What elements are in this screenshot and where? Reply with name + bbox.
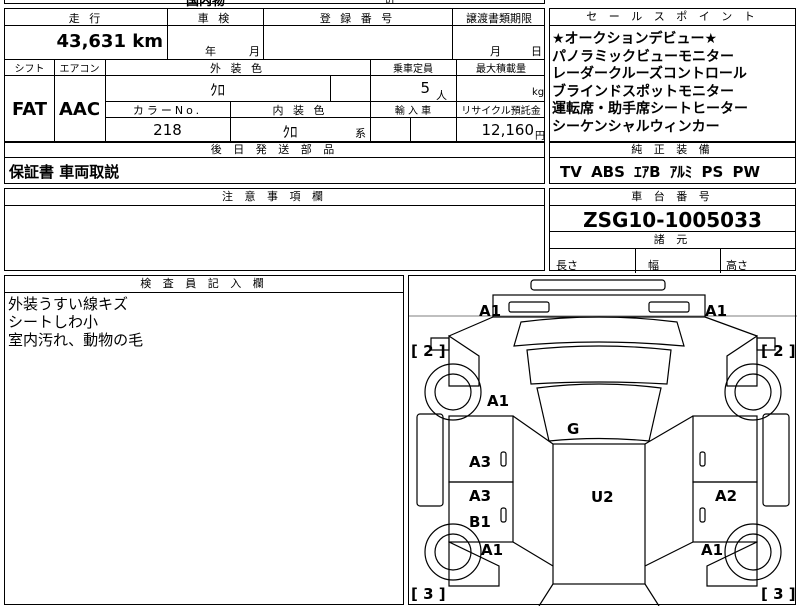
- transfer-month: 月: [490, 45, 501, 58]
- mark-a3-left-rear-door: A3: [469, 487, 491, 505]
- registration-label: 登 録 番 号: [319, 12, 396, 25]
- recycle-unit: 円: [535, 131, 545, 142]
- sales-point-item: 運転席・助手席シートヒーター: [552, 101, 748, 117]
- windshield-shape: [536, 383, 662, 442]
- dimensions-label: 諸 元: [550, 232, 795, 249]
- right-front-door-shape: [692, 415, 758, 483]
- later-parts-value: 保証書 車両取説: [9, 163, 120, 181]
- dimension-height: 高さ: [726, 259, 748, 272]
- mark-a1-hood: A1: [487, 392, 509, 410]
- chassis-value: ZSG10-1005033: [550, 206, 795, 232]
- mileage-value-row: 43,631 km: [5, 31, 163, 52]
- interior-color-value: ｸﾛ: [282, 123, 298, 141]
- sales-points-list: ★オークションデビュー★ パノラミックビューモニター レーダークルーズコントロールブ…: [550, 26, 795, 136]
- inspector-box: 検 査 員 記 入 欄 外装うすい線キズ シートしわ小 室内汚れ、動物の毛: [4, 275, 404, 605]
- mark-u2-roof: U2: [591, 488, 614, 506]
- interior-color-suffix: 系: [355, 127, 366, 140]
- sales-point-item: ブラインドスポットモニター: [552, 83, 734, 100]
- roof-shape: [552, 443, 646, 585]
- standard-equipment-label: 純 正 装 備: [550, 143, 795, 158]
- mark-a1-right-rear: A1: [701, 541, 723, 559]
- inspection-label: 車 検: [197, 12, 233, 25]
- inspector-label: 検 査 員 記 入 欄: [5, 276, 403, 293]
- inspection-month: 月: [249, 45, 260, 58]
- dimension-width: 幅: [648, 259, 659, 272]
- mark-a3-left-front-door: A3: [469, 453, 491, 471]
- chassis-box: 車 台 番 号 ZSG10-1005033 諸 元 長さ 幅 高さ: [549, 188, 796, 273]
- shift-value: FAT: [11, 99, 48, 120]
- mark-a1-front-right: A1: [705, 302, 727, 320]
- rear-left-wheel-shape: [424, 523, 482, 581]
- color-no-value: 218: [153, 121, 182, 139]
- mileage-label: 走 行: [68, 12, 104, 25]
- sales-points-label: セ ー ル ス ポ イ ン ト: [550, 9, 795, 26]
- exterior-color-label: 外 装 色: [210, 62, 265, 75]
- inspector-line: シートしわ小: [8, 313, 99, 331]
- sales-point-item: シーケンシャルウィンカー: [552, 118, 720, 135]
- interior-color-label: 内 装 色: [272, 104, 328, 117]
- max-load-unit: kg: [532, 87, 545, 98]
- transfer-day: 日: [531, 45, 542, 58]
- mark-tire-fl: [ 2 ]: [411, 342, 446, 360]
- notes-box: 注 意 事 項 欄: [4, 188, 545, 271]
- inspector-line: 外装うすい線キズ: [8, 295, 129, 313]
- sales-point-item: レーダークルーズコントロール: [552, 66, 747, 82]
- notes-label: 注 意 事 項 欄: [5, 189, 544, 206]
- color-no-label: カラーNo.: [132, 104, 203, 117]
- hood-shape: [513, 316, 685, 347]
- chassis-label: 車 台 番 号: [550, 189, 795, 206]
- inspector-lines: 外装うすい線キズ シートしわ小 室内汚れ、動物の毛: [5, 293, 403, 351]
- car-diagram: A1 A1 A1 G A3 A3 B1 U2 A2 A1 A1 [ 2 ] [ …: [409, 279, 797, 606]
- mileage-value: 43,631: [56, 31, 126, 52]
- exterior-color-value: ｸﾛ: [209, 81, 225, 99]
- import-label: 輸 入 車: [394, 106, 432, 117]
- car-diagram-box: A1 A1 A1 G A3 A3 B1 U2 A2 A1 A1 [ 2 ] [ …: [408, 275, 797, 606]
- shift-label: シフト: [14, 64, 45, 75]
- mark-tire-fr: [ 2 ]: [761, 342, 796, 360]
- front-left-wheel-shape: [424, 363, 482, 421]
- mileage-unit: km: [132, 31, 163, 52]
- front-bumper-shape: [530, 279, 666, 291]
- recycle-value: 12,160: [481, 121, 535, 139]
- dimension-length: 長さ: [556, 259, 578, 272]
- mark-tire-rr: [ 3 ]: [761, 585, 796, 603]
- aircon-value: AAC: [58, 99, 101, 120]
- transfer-label: 譲渡書類期限: [466, 12, 532, 25]
- rear-right-wheel-shape: [724, 523, 782, 581]
- mark-tire-rl: [ 3 ]: [411, 585, 446, 603]
- top-line: [4, 0, 545, 4]
- left-front-door-shape: [448, 415, 514, 483]
- sales-point-item: ★オークションデビュー★: [552, 31, 718, 47]
- inspection-year: 年: [205, 45, 216, 58]
- aircon-label: エアコン: [59, 64, 100, 75]
- mark-a1-left-rear: A1: [481, 541, 503, 559]
- standard-equipment-value: TV ABS ｴｱB ｱﾙﾐ PS PW: [560, 163, 761, 181]
- max-load-label: 最大積載量: [476, 64, 526, 75]
- later-parts-box: 後 日 発 送 部 品 保証書 車両取説: [4, 142, 545, 184]
- later-parts-label: 後 日 発 送 部 品: [5, 143, 544, 158]
- front-panel-shape: [492, 294, 706, 318]
- mark-a1-front-left: A1: [479, 302, 501, 320]
- mark-g-windshield: G: [567, 420, 579, 438]
- dimensions-row: 長さ 幅 高さ: [550, 249, 795, 273]
- capacity-label: 乗車定員: [393, 64, 433, 75]
- mark-b1-left-rear-door: B1: [469, 513, 491, 531]
- vehicle-info-grid: 走 行 車 検 登 録 番 号 譲渡書類期限 43,631 km 年 月 月 日…: [4, 8, 545, 143]
- capacity-unit: 人: [436, 89, 447, 102]
- sales-points-box: セ ー ル ス ポ イ ン ト ★オークションデビュー★ パノラミックビューモニタ…: [549, 8, 796, 142]
- recycle-label: リサイクル預託金: [461, 106, 541, 117]
- inspector-line: 室内汚れ、動物の毛: [8, 331, 144, 349]
- sales-point-item: パノラミックビューモニター: [552, 48, 734, 65]
- mark-a2-right-rear-door: A2: [715, 487, 737, 505]
- capacity-value: 5: [420, 79, 430, 97]
- standard-equipment-box: 純 正 装 備 TV ABS ｴｱB ｱﾙﾐ PS PW: [549, 142, 796, 184]
- front-right-wheel-shape: [724, 363, 782, 421]
